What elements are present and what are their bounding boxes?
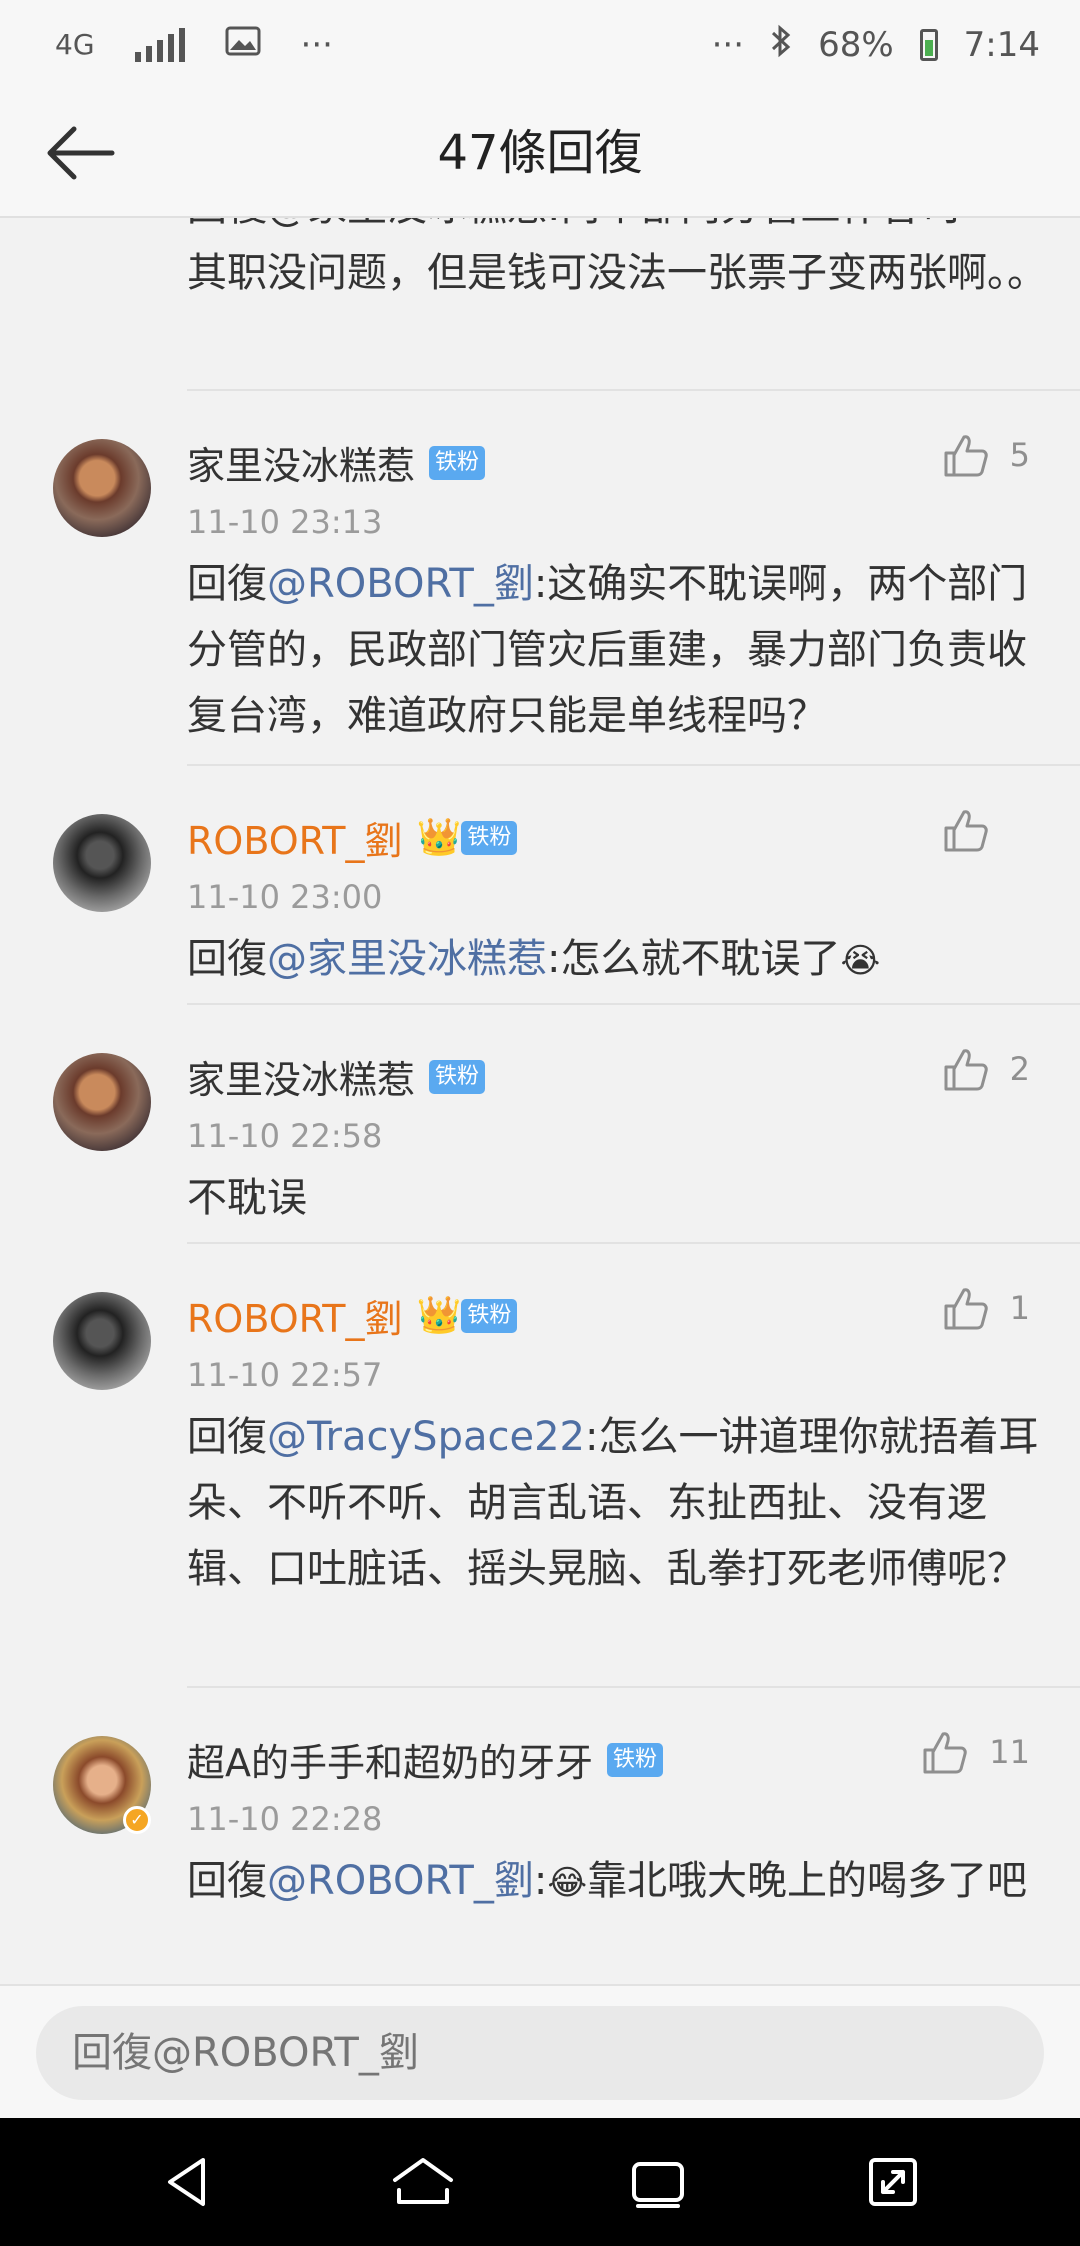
avatar[interactable] <box>53 814 151 912</box>
reply-prefix: 回復 <box>187 1414 267 1460</box>
thumbs-up-icon <box>944 810 988 852</box>
battery-icon <box>919 29 938 61</box>
divider <box>187 1003 1080 1005</box>
partial-comment-clipped-line: 回復@家里没冰糕惹:两个部门分管工作各司 <box>187 218 1047 240</box>
like-count: 11 <box>989 1733 1030 1771</box>
comment-author[interactable]: 超A的手手和超奶的牙牙 <box>187 1732 593 1787</box>
like-button[interactable]: 1 <box>942 1284 1030 1332</box>
like-button[interactable]: 2 <box>942 1045 1030 1093</box>
thumbs-up-icon <box>944 1049 988 1091</box>
like-button[interactable]: 5 <box>942 431 1030 479</box>
comment-body: :怎么就不耽误了 <box>547 936 841 982</box>
navigation-bar <box>0 2118 1080 2246</box>
home-icon <box>392 2158 453 2204</box>
vip-crown-icon: 👑 <box>416 1294 462 1336</box>
divider <box>187 1686 1080 1688</box>
image-notification-icon <box>225 25 261 65</box>
comment-text: 回復@ROBORT_劉:这确实不耽误啊，两个部门分管的，民政部门管灾后重建，暴力… <box>187 551 1047 749</box>
comment-time: 11-10 22:57 <box>187 1356 383 1394</box>
comment-text: 不耽误 <box>187 1175 307 1221</box>
reply-prefix: 回復 <box>187 936 267 982</box>
mention-link[interactable]: @TracySpace22 <box>267 1414 585 1460</box>
comment-text: 回復@ROBORT_劉:😂靠北哦大晚上的喝多了吧 <box>187 1858 1028 1904</box>
page-title: 47條回復 <box>437 125 643 181</box>
more-notifications-icon: ··· <box>300 25 333 65</box>
laughing-emoji: 😂 <box>547 1863 588 1903</box>
nav-home-button[interactable] <box>378 2137 468 2227</box>
crying-laughing-emoji: 😭 <box>840 941 881 981</box>
mention-link[interactable]: @ROBORT_劉 <box>267 561 534 607</box>
mention-link[interactable]: @ROBORT_劉 <box>267 1858 534 1904</box>
avatar[interactable] <box>53 439 151 537</box>
fan-badge: 铁粉 <box>461 1298 518 1333</box>
comment-author[interactable]: ROBORT_劉 <box>187 1288 402 1343</box>
comment-author[interactable]: 家里没冰糕惹 <box>187 435 415 490</box>
comment-time: 11-10 23:13 <box>187 503 383 541</box>
fan-badge: 铁粉 <box>429 1059 486 1094</box>
comment-body: 靠北哦大晚上的喝多了吧 <box>587 1858 1028 1904</box>
comment-time: 11-10 23:00 <box>187 878 383 916</box>
reply-input[interactable] <box>36 2006 1044 2100</box>
bluetooth-icon <box>768 23 794 68</box>
nav-expand-button[interactable] <box>848 2137 938 2227</box>
fan-badge: 铁粉 <box>607 1742 664 1777</box>
avatar[interactable] <box>53 1053 151 1151</box>
avatar[interactable]: ✓ <box>53 1736 151 1834</box>
thumbs-up-icon <box>923 1732 968 1774</box>
thumbs-up-icon <box>944 1288 988 1330</box>
comment-list[interactable]: 回復@家里没冰糕惹:两个部门分管工作各司 其职没问题，但是钱可没法一张票子变两张… <box>0 218 1080 1984</box>
comment-text: 回復@家里没冰糕惹:怎么就不耽误了😭 <box>187 926 1047 994</box>
triangle-back-icon <box>167 2158 205 2206</box>
more-status-icon: ··· <box>711 25 745 65</box>
vip-crown-icon: 👑 <box>416 816 462 858</box>
avatar[interactable] <box>53 1292 151 1390</box>
reply-prefix: 回復 <box>187 561 267 607</box>
reply-prefix: 回復 <box>187 1858 267 1904</box>
like-count: 2 <box>1009 1050 1030 1088</box>
thumbs-up-icon <box>944 435 988 477</box>
divider <box>187 1242 1080 1244</box>
network-indicator: 4G <box>55 28 95 61</box>
mention-link[interactable]: @家里没冰糕惹 <box>267 936 547 982</box>
status-bar: 4G ··· ··· 68% 7:14 <box>0 0 1080 90</box>
partial-comment: 回復@家里没冰糕惹:两个部门分管工作各司 其职没问题，但是钱可没法一张票子变两张… <box>187 218 1047 336</box>
like-count: 5 <box>1009 436 1030 474</box>
comment-time: 11-10 22:28 <box>187 1800 383 1838</box>
header: 47條回復 <box>0 90 1080 218</box>
comment-author[interactable]: 家里没冰糕惹 <box>187 1049 415 1104</box>
like-count: 1 <box>1009 1289 1030 1327</box>
clock: 7:14 <box>963 25 1040 65</box>
nav-back-button[interactable] <box>143 2137 233 2227</box>
comment-time: 11-10 22:58 <box>187 1117 383 1155</box>
comment-author[interactable]: ROBORT_劉 <box>187 810 402 865</box>
verified-badge-icon: ✓ <box>123 1806 151 1834</box>
expand-icon <box>868 2158 917 2206</box>
nav-recent-button[interactable] <box>613 2137 703 2227</box>
divider <box>187 389 1080 391</box>
battery-percent: 68% <box>818 25 894 65</box>
reply-bar <box>0 1984 1080 2118</box>
partial-comment-text: 其职没问题，但是钱可没法一张票子变两张啊。。 <box>187 250 1047 296</box>
fan-badge: 铁粉 <box>461 820 518 855</box>
like-button[interactable] <box>942 806 1030 854</box>
divider <box>187 764 1080 766</box>
like-button[interactable]: 11 <box>921 1728 1030 1776</box>
recent-apps-icon <box>631 2162 684 2208</box>
fan-badge: 铁粉 <box>429 445 486 480</box>
signal-icon <box>134 28 185 62</box>
comment-text: 回復@TracySpace22:怎么一讲道理你就捂着耳朵、不听不听、胡言乱语、东… <box>187 1404 1047 1602</box>
